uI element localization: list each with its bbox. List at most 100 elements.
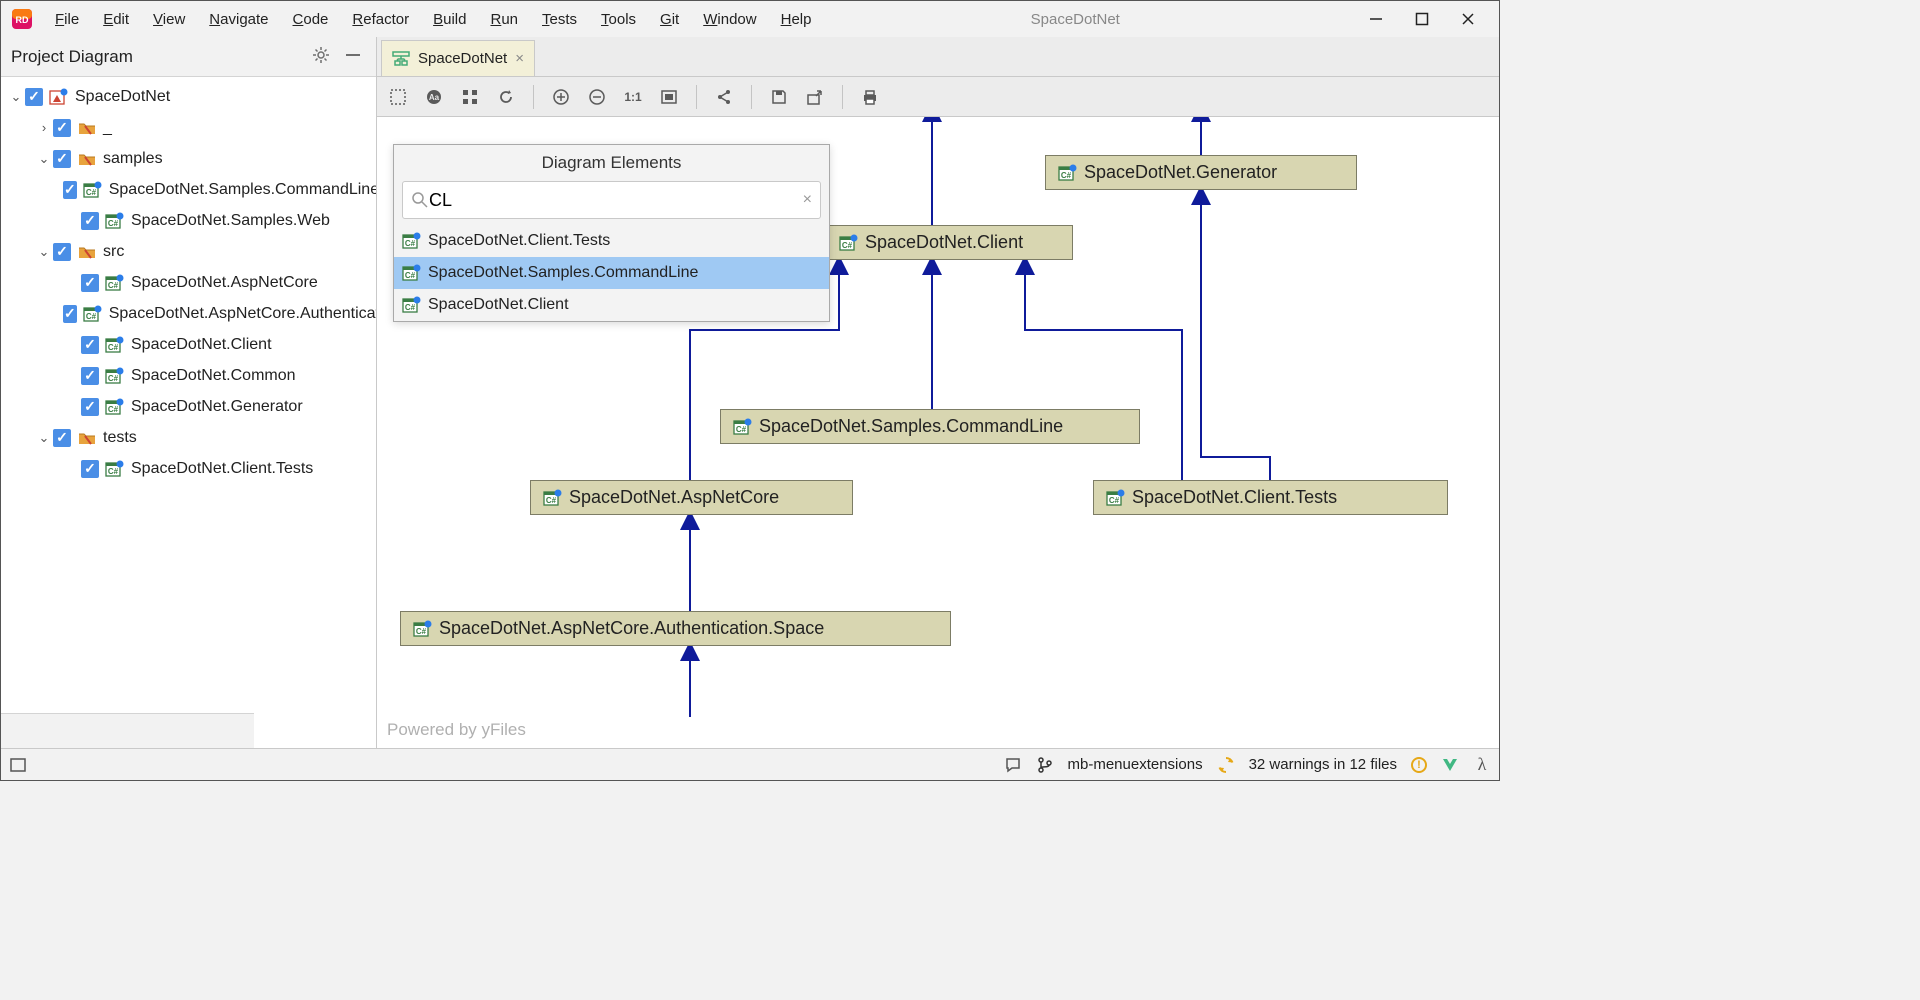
- zoom-actual-icon[interactable]: 1:1: [622, 86, 644, 108]
- svg-text:C#: C#: [546, 496, 557, 505]
- tab-close-icon[interactable]: ×: [515, 50, 524, 67]
- tree-node-label: src: [103, 243, 124, 261]
- menu-navigate[interactable]: Navigate: [197, 7, 280, 32]
- tree-checkbox[interactable]: ✓: [81, 398, 99, 416]
- tree-checkbox[interactable]: ✓: [81, 274, 99, 292]
- menu-tests[interactable]: Tests: [530, 7, 589, 32]
- diagram-node-client_tests[interactable]: C#SpaceDotNet.Client.Tests: [1093, 480, 1448, 515]
- main-split: Project Diagram ⌄✓SpaceDotNet›✓_⌄✓sample…: [1, 37, 1499, 748]
- minimize-button[interactable]: [1367, 10, 1385, 28]
- tree-node[interactable]: ⌄✓SpaceDotNet: [1, 81, 376, 112]
- select-tool-icon[interactable]: [387, 86, 409, 108]
- tree-checkbox[interactable]: ✓: [53, 243, 71, 261]
- vue-icon[interactable]: [1441, 756, 1459, 774]
- tree-node[interactable]: ›✓ _: [1, 112, 376, 143]
- menu-view[interactable]: View: [141, 7, 197, 32]
- chevron-down-icon[interactable]: ⌄: [35, 151, 53, 167]
- terminal-icon[interactable]: [9, 756, 27, 774]
- popup-search-input[interactable]: [429, 190, 803, 211]
- tree-node[interactable]: ✓C#SpaceDotNet.Client.Tests: [1, 453, 376, 484]
- menu-edit[interactable]: Edit: [91, 7, 141, 32]
- svg-text:C#: C#: [108, 281, 119, 290]
- share-icon[interactable]: [713, 86, 735, 108]
- sync-icon[interactable]: [1217, 756, 1235, 774]
- diagram-node-generator[interactable]: C#SpaceDotNet.Generator: [1045, 155, 1357, 190]
- tree-node[interactable]: ✓C#SpaceDotNet.Samples.Web: [1, 205, 376, 236]
- save-icon[interactable]: [768, 86, 790, 108]
- tree-checkbox[interactable]: ✓: [63, 181, 77, 199]
- chevron-right-icon[interactable]: ›: [35, 120, 53, 135]
- menu-refactor[interactable]: Refactor: [340, 7, 421, 32]
- tree-checkbox[interactable]: ✓: [53, 119, 71, 137]
- diagram-node-samples_cmd[interactable]: C#SpaceDotNet.Samples.CommandLine: [720, 409, 1140, 444]
- tab-spacedotnet[interactable]: SpaceDotNet ×: [381, 40, 535, 76]
- tree-checkbox[interactable]: ✓: [81, 367, 99, 385]
- tree-checkbox[interactable]: ✓: [53, 429, 71, 447]
- tree-node[interactable]: ⌄✓tests: [1, 422, 376, 453]
- chevron-down-icon[interactable]: ⌄: [7, 89, 25, 105]
- project-tree[interactable]: ⌄✓SpaceDotNet›✓_⌄✓samples✓C#SpaceDotNet.…: [1, 77, 376, 713]
- tree-checkbox[interactable]: ✓: [53, 150, 71, 168]
- tree-node[interactable]: ✓C#SpaceDotNet.Common: [1, 360, 376, 391]
- tree-checkbox[interactable]: ✓: [81, 212, 99, 230]
- tree-node[interactable]: ✓C#SpaceDotNet.Client: [1, 329, 376, 360]
- menu-git[interactable]: Git: [648, 7, 691, 32]
- refresh-icon[interactable]: [495, 86, 517, 108]
- tree-node[interactable]: ✓C#SpaceDotNet.AspNetCore.Authentication…: [1, 298, 376, 329]
- diagram-node-aspnetcore[interactable]: C#SpaceDotNet.AspNetCore: [530, 480, 853, 515]
- warning-badge-icon[interactable]: !: [1411, 757, 1427, 773]
- fit-icon[interactable]: [658, 86, 680, 108]
- menu-code[interactable]: Code: [281, 7, 341, 32]
- csharp-project-icon: C#: [413, 620, 433, 638]
- tree-node[interactable]: ✓C#SpaceDotNet.AspNetCore: [1, 267, 376, 298]
- tree-node-label: SpaceDotNet.Client: [131, 336, 272, 354]
- maximize-button[interactable]: [1413, 10, 1431, 28]
- tree-node[interactable]: ⌄✓ samples: [1, 143, 376, 174]
- popup-item-label: SpaceDotNet.Samples.CommandLine: [428, 264, 698, 282]
- svg-text:C#: C#: [416, 627, 427, 636]
- gear-icon[interactable]: [312, 46, 334, 68]
- tree-checkbox[interactable]: ✓: [81, 460, 99, 478]
- tree-node-label: SpaceDotNet.Client.Tests: [131, 460, 313, 478]
- export-icon[interactable]: [804, 86, 826, 108]
- diagram-node-client[interactable]: C#SpaceDotNet.Client: [826, 225, 1073, 260]
- diagram-node-auth[interactable]: C#SpaceDotNet.AspNetCore.Authentication.…: [400, 611, 951, 646]
- diagram-canvas[interactable]: C#SpaceDotNet.Generator C#SpaceDotNet.Cli…: [377, 117, 1499, 748]
- warnings-label[interactable]: 32 warnings in 12 files: [1249, 756, 1397, 773]
- close-button[interactable]: [1459, 10, 1477, 28]
- popup-result-item[interactable]: C#SpaceDotNet.Client.Tests: [394, 225, 829, 257]
- menu-help[interactable]: Help: [769, 7, 824, 32]
- filter-icon[interactable]: Aa: [423, 86, 445, 108]
- tree-checkbox[interactable]: ✓: [25, 88, 43, 106]
- tree-node-label: _: [103, 119, 112, 137]
- menu-run[interactable]: Run: [478, 7, 530, 32]
- print-icon[interactable]: [859, 86, 881, 108]
- lambda-icon[interactable]: λ: [1473, 756, 1491, 774]
- tree-node[interactable]: ✓C#SpaceDotNet.Samples.CommandLine: [1, 174, 376, 205]
- tree-node[interactable]: ✓C#SpaceDotNet.Generator: [1, 391, 376, 422]
- chat-icon[interactable]: [1004, 756, 1022, 774]
- grid-icon[interactable]: [459, 86, 481, 108]
- chevron-down-icon[interactable]: ⌄: [35, 244, 53, 260]
- collapse-icon[interactable]: [344, 46, 366, 68]
- zoom-out-icon[interactable]: [586, 86, 608, 108]
- tree-checkbox[interactable]: ✓: [81, 336, 99, 354]
- menu-tools[interactable]: Tools: [589, 7, 648, 32]
- menu-window[interactable]: Window: [691, 7, 768, 32]
- svg-text:C#: C#: [86, 312, 97, 321]
- popup-result-item[interactable]: C#SpaceDotNet.Client: [394, 289, 829, 321]
- clear-search-icon[interactable]: ×: [803, 191, 812, 209]
- menu-build[interactable]: Build: [421, 7, 478, 32]
- tree-node[interactable]: ⌄✓ src: [1, 236, 376, 267]
- popup-result-item[interactable]: C#SpaceDotNet.Samples.CommandLine: [394, 257, 829, 289]
- tree-node-label: SpaceDotNet.Samples.Web: [131, 212, 330, 230]
- diagram-toolbar: Aa 1:1: [377, 77, 1499, 117]
- zoom-in-icon[interactable]: [550, 86, 572, 108]
- chevron-down-icon[interactable]: ⌄: [35, 430, 53, 446]
- tree-node-label: samples: [103, 150, 163, 168]
- git-branch-icon[interactable]: [1036, 756, 1054, 774]
- popup-search-field[interactable]: ×: [402, 181, 821, 219]
- menu-file[interactable]: File: [43, 7, 91, 32]
- tree-checkbox[interactable]: ✓: [63, 305, 77, 323]
- git-branch-label[interactable]: mb-menuextensions: [1068, 756, 1203, 773]
